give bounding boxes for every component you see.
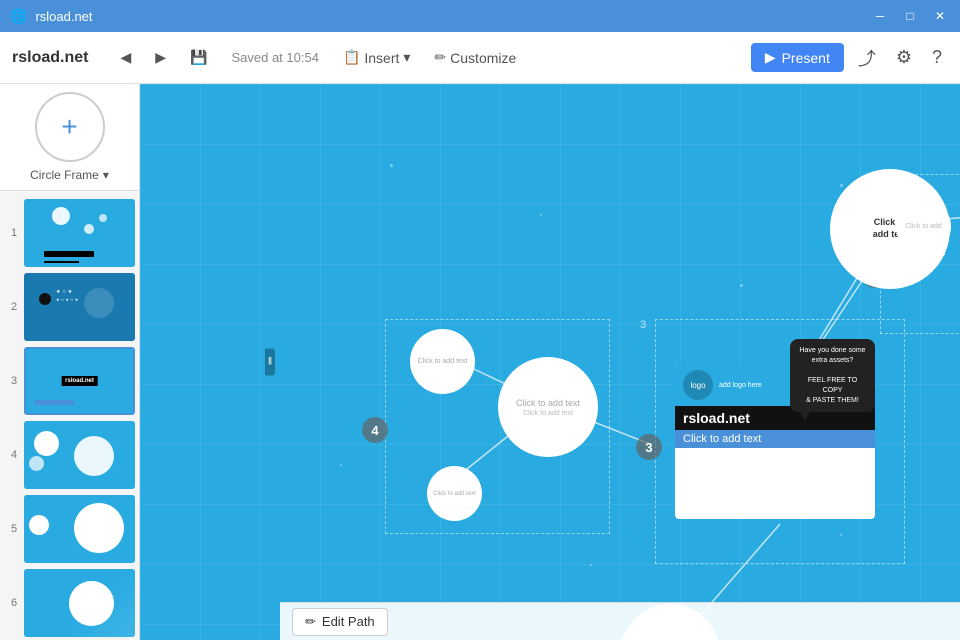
canvas-area[interactable]: 4 3 8 Click to add text Click to add tex… [140,84,960,640]
help-button[interactable]: ? [926,43,948,72]
slide-number: 3 [4,345,24,417]
app-icon: 🌐 [10,8,27,25]
toolbar: rsload.net ◀ ▶ 💾 Saved at 10:54 📋 Insert… [0,32,960,84]
collapse-icon: ‖ [268,357,272,368]
star-dot [390,164,393,167]
list-item[interactable]: 6 [4,567,135,639]
star-dot [840,184,843,187]
inner-text: Click to add [905,223,942,230]
bubble-tail [800,412,810,420]
back-icon: ◀ [120,49,131,66]
customize-icon: ✏ [434,49,446,66]
star-dot [540,214,542,216]
bubble-text: Have you done some extra assets?FEEL FRE… [799,347,865,404]
back-button[interactable]: ◀ [112,45,139,70]
click-add-text: Click to add text [516,398,580,408]
insert-icon: 📋 [343,49,360,66]
insert-chevron: ▾ [403,49,410,66]
slide-number: 1 [4,197,24,269]
help-icon: ? [932,47,942,67]
slide-number: 2 [4,271,24,343]
slide-thumbnail[interactable] [24,421,135,489]
node-small-top-left[interactable]: Click to add text [410,329,475,394]
titlebar-left: 🌐 rsload.net [10,8,93,25]
node-inner-small[interactable]: Click to add [896,199,951,254]
slide-thumbnail[interactable] [24,495,135,563]
subtitle-text: Click to add text [523,410,573,417]
edit-path-button[interactable]: ✏ Edit Path [292,608,388,636]
save-icon: 💾 [190,49,207,66]
insert-button[interactable]: 📋 Insert ▾ [335,45,418,70]
collapse-panel-button[interactable]: ‖ [265,349,275,376]
badge-4: 4 [362,417,388,443]
click-text: Click to add text [433,491,476,497]
customize-button[interactable]: ✏ Customize [426,45,524,70]
insert-label: Insert [364,50,399,66]
list-item[interactable]: 4 [4,419,135,491]
slide-thumbnail[interactable]: rsload.net [24,347,135,415]
logo-placeholder: logo [683,370,713,400]
close-button[interactable]: ✕ [930,6,950,26]
list-item[interactable]: 1 [4,197,135,269]
frame-label-text: Circle Frame [30,168,99,182]
speech-bubble: Have you done some extra assets?FEEL FRE… [790,339,875,412]
bottom-bar: ✏ Edit Path [280,602,960,640]
save-button[interactable]: 💾 [182,45,215,70]
slide-number: 6 [4,567,24,639]
titlebar-right: ─ □ ✕ [870,6,950,26]
badge-3: 3 [636,434,662,460]
minimize-button[interactable]: ─ [870,6,890,26]
share-icon: ⤴ [858,49,876,69]
slide-number: 4 [4,419,24,491]
settings-button[interactable]: ⚙ [890,43,918,72]
plus-icon: + [61,111,77,143]
frame-label[interactable]: Circle Frame ▾ [30,168,109,182]
node-small-bottom-left[interactable]: Click to add text [427,466,482,521]
forward-icon: ▶ [155,49,166,66]
list-item[interactable]: 2 ★ ☆ ★ ★ ☆ ★ ☆ ★ [4,271,135,343]
main-content: + Circle Frame ▾ 1 [0,84,960,640]
share-button[interactable]: ⤴ [852,41,882,75]
titlebar-title: rsload.net [35,9,92,24]
star-dot [590,564,592,566]
slide-thumbnail[interactable] [24,199,135,267]
present-label: Present [782,50,830,66]
gear-icon: ⚙ [896,47,912,67]
save-status: Saved at 10:54 [231,50,318,65]
star-dot [340,464,342,466]
edit-path-label: Edit Path [322,614,375,629]
click-text: Click to add text [418,358,468,365]
node-center[interactable]: Click to add text Click to add text [498,357,598,457]
slide-thumbnail[interactable]: ★ ☆ ★ ★ ☆ ★ ☆ ★ [24,273,135,341]
slide-thumbnail[interactable] [24,569,135,637]
add-frame-button[interactable]: + [35,92,105,162]
left-panel: + Circle Frame ▾ 1 [0,84,140,640]
logo-label: add logo here [719,382,762,389]
app-title: rsload.net [12,49,88,67]
play-icon: ▶ [765,49,776,66]
list-item[interactable]: 3 rsload.net [4,345,135,417]
click-subtitle[interactable]: Click to add text [675,430,875,448]
forward-button[interactable]: ▶ [147,45,174,70]
list-item[interactable]: 5 [4,493,135,565]
frame-label-3: 3 [640,319,646,331]
present-button[interactable]: ▶ Present [751,43,844,72]
slide-number: 5 [4,493,24,565]
star-dot [740,284,743,287]
customize-label: Customize [450,50,516,66]
title-bar: 🌐 rsload.net ─ □ ✕ [0,0,960,32]
slide-list: 1 2 ★ ☆ ★ [0,191,139,640]
maximize-button[interactable]: □ [900,6,920,26]
pencil-icon: ✏ [305,614,316,630]
frame-dropdown-icon: ▾ [103,168,109,182]
frame-selector: + Circle Frame ▾ [0,84,139,191]
